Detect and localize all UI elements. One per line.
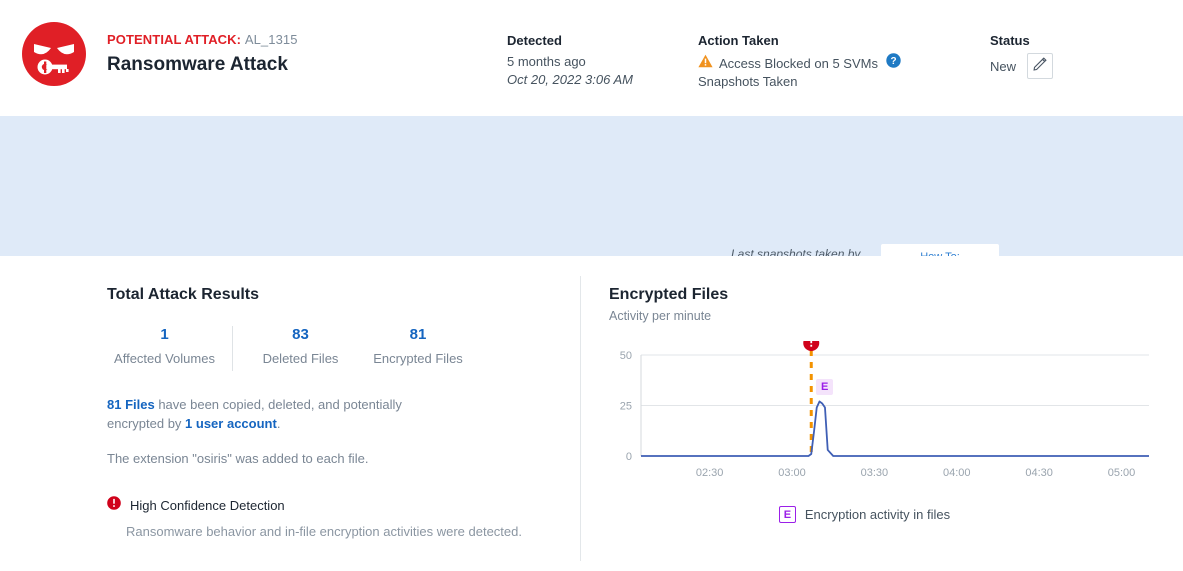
angry-face-key-icon <box>22 22 86 86</box>
high-confidence-title: High Confidence Detection <box>130 498 285 513</box>
results-title: Total Attack Results <box>107 286 557 304</box>
svg-text:04:00: 04:00 <box>943 467 971 479</box>
legend-label-encryption: Encryption activity in files <box>805 507 950 522</box>
snapshots-taken-text: Snapshots Taken <box>698 73 901 91</box>
svg-text:04:30: 04:30 <box>1025 467 1053 479</box>
user-account-link[interactable]: 1 user account <box>185 416 277 431</box>
encrypted-files-chart-pane: Encrypted Files Activity per minute 0 25 5… <box>609 286 1154 523</box>
stat-label: Deleted Files <box>243 351 358 366</box>
attack-summary-text: 81 Files have been copied, deleted, and … <box>107 395 459 433</box>
detected-relative-time: 5 months ago <box>507 53 633 71</box>
status-row: New <box>990 53 1053 79</box>
action-taken-label: Action Taken <box>698 33 901 48</box>
svg-text:0: 0 <box>626 451 632 463</box>
svg-text:02:30: 02:30 <box>696 467 724 479</box>
access-blocked-row: Access Blocked on 5 SVMs ? <box>698 53 901 73</box>
detected-absolute-time: Oct 20, 2022 3:06 AM <box>507 71 633 89</box>
status-badge: New <box>990 59 1016 74</box>
status-column: Status New <box>990 33 1053 79</box>
stat-deleted-files: 83 Deleted Files <box>243 326 358 366</box>
access-blocked-text: Access Blocked on 5 SVMs <box>719 54 878 73</box>
stat-label: Affected Volumes <box>107 351 222 366</box>
chart-title: Encrypted Files <box>609 286 1154 304</box>
response-action-band: Blocked permanently by auto response pol… <box>0 116 1183 256</box>
high-confidence-description: Ransomware behavior and in-file encrypti… <box>126 524 557 539</box>
stat-divider <box>232 326 233 371</box>
pane-divider <box>580 276 581 561</box>
detected-label: Detected <box>507 33 633 48</box>
alert-id-line: POTENTIAL ATTACK: AL_1315 <box>107 32 298 47</box>
high-confidence-row: High Confidence Detection <box>107 496 557 515</box>
status-label: Status <box>990 33 1053 48</box>
error-circle-icon <box>107 496 121 515</box>
svg-text:25: 25 <box>620 401 632 413</box>
detected-column: Detected 5 months ago Oct 20, 2022 3:06 … <box>507 33 633 89</box>
page-title: Ransomware Attack <box>107 54 298 76</box>
encryption-annotation-badge: E <box>816 379 833 395</box>
alert-prefix: POTENTIAL ATTACK: <box>107 32 241 47</box>
svg-text:50: 50 <box>620 350 632 362</box>
action-taken-column: Action Taken Access Blocked on 5 SVMs ? … <box>698 33 901 91</box>
warning-triangle-icon <box>698 54 713 73</box>
summary-tail: . <box>277 416 281 431</box>
pencil-edit-icon <box>1033 57 1047 76</box>
stat-value: 1 <box>107 326 222 343</box>
alert-header: POTENTIAL ATTACK: AL_1315 Ransomware Att… <box>0 0 1183 116</box>
svg-text:03:00: 03:00 <box>778 467 806 479</box>
chart-legend: E Encryption activity in files <box>592 506 1137 523</box>
stat-affected-volumes: 1 Affected Volumes <box>107 326 222 366</box>
stat-label: Encrypted Files <box>358 351 478 366</box>
extension-note: The extension "osiris" was added to each… <box>107 449 459 468</box>
alert-title-block: POTENTIAL ATTACK: AL_1315 Ransomware Att… <box>107 32 298 76</box>
help-circle-icon[interactable]: ? <box>886 53 901 73</box>
stat-encrypted-files: 81 Encrypted Files <box>358 326 478 366</box>
total-attack-results-pane: Total Attack Results 1 Affected Volumes … <box>107 286 557 539</box>
stat-value: 83 <box>243 326 358 343</box>
svg-text:03:30: 03:30 <box>861 467 889 479</box>
chart-canvas: 0 25 50 02:30 03:00 03:30 04:00 04:30 05:00 E <box>609 341 1154 486</box>
details-section: Total Attack Results 1 Affected Volumes … <box>0 256 1183 571</box>
alert-id: AL_1315 <box>245 32 298 47</box>
stat-value: 81 <box>358 326 478 343</box>
svg-text:?: ? <box>890 56 896 67</box>
legend-badge-encryption: E <box>779 506 796 523</box>
stats-row: 1 Affected Volumes 83 Deleted Files 81 E… <box>107 326 557 371</box>
svg-text:05:00: 05:00 <box>1108 467 1136 479</box>
edit-status-button[interactable] <box>1027 53 1053 79</box>
files-link[interactable]: 81 Files <box>107 397 155 412</box>
chart-svg: 0 25 50 02:30 03:00 03:30 04:00 04:30 05:00 <box>609 341 1154 486</box>
chart-subtitle: Activity per minute <box>609 309 1154 323</box>
